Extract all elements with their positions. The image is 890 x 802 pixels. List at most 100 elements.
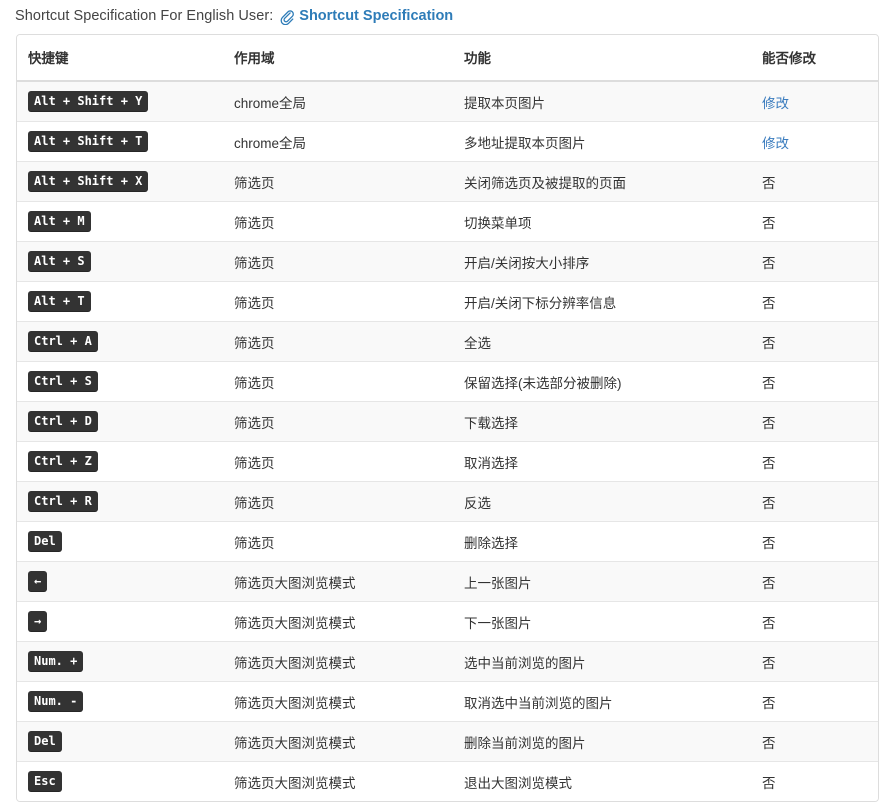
table-header-row: 快捷键 作用域 功能 能否修改 bbox=[17, 35, 878, 81]
shortcut-key-cell: Ctrl + S bbox=[17, 362, 223, 402]
table-row: Alt + Shift + X 筛选页关闭筛选页及被提取的页面否 bbox=[17, 162, 878, 202]
modifiable-cell: 否 bbox=[751, 442, 878, 482]
function-cell: 下一张图片 bbox=[453, 602, 751, 642]
scope-cell: 筛选页大图浏览模式 bbox=[223, 762, 453, 802]
scope-cell: 筛选页 bbox=[223, 202, 453, 242]
not-modifiable-text: 否 bbox=[762, 416, 776, 431]
not-modifiable-text: 否 bbox=[762, 616, 776, 631]
table-body: Alt + Shift + Ychrome全局提取本页图片修改Alt + Shi… bbox=[17, 81, 878, 801]
table-row: Alt + Shift + Y chrome全局提取本页图片修改 bbox=[17, 81, 878, 122]
key-badge: Alt + T bbox=[28, 291, 91, 312]
not-modifiable-text: 否 bbox=[762, 776, 776, 791]
key-badge: Alt + S bbox=[28, 251, 91, 272]
scope-cell: 筛选页大图浏览模式 bbox=[223, 642, 453, 682]
scope-cell: 筛选页 bbox=[223, 402, 453, 442]
modify-shortcut-link[interactable]: 修改 bbox=[762, 136, 789, 151]
table-row: Ctrl + S 筛选页保留选择(未选部分被删除)否 bbox=[17, 362, 878, 402]
function-cell: 开启/关闭下标分辨率信息 bbox=[453, 282, 751, 322]
table-row: Num. + 筛选页大图浏览模式选中当前浏览的图片否 bbox=[17, 642, 878, 682]
key-badge: Ctrl + A bbox=[28, 331, 98, 352]
modifiable-cell: 否 bbox=[751, 202, 878, 242]
column-header-modifiable: 能否修改 bbox=[751, 35, 878, 81]
table-row: Alt + T筛选页开启/关闭下标分辨率信息否 bbox=[17, 282, 878, 322]
scope-cell: chrome全局 bbox=[223, 81, 453, 122]
shortcut-key-cell: Esc bbox=[17, 762, 223, 802]
modifiable-cell: 否 bbox=[751, 242, 878, 282]
table-row: →筛选页大图浏览模式下一张图片否 bbox=[17, 602, 878, 642]
function-cell: 删除选择 bbox=[453, 522, 751, 562]
key-badge: Esc bbox=[28, 771, 62, 792]
function-cell: 取消选中当前浏览的图片 bbox=[453, 682, 751, 722]
table-row: Alt + Shift + Tchrome全局多地址提取本页图片修改 bbox=[17, 122, 878, 162]
function-cell: 开启/关闭按大小排序 bbox=[453, 242, 751, 282]
table-header: 快捷键 作用域 功能 能否修改 bbox=[17, 35, 878, 81]
function-cell: 切换菜单项 bbox=[453, 202, 751, 242]
column-header-function: 功能 bbox=[453, 35, 751, 81]
scope-cell: 筛选页 bbox=[223, 242, 453, 282]
function-cell: 关闭筛选页及被提取的页面 bbox=[453, 162, 751, 202]
function-cell: 删除当前浏览的图片 bbox=[453, 722, 751, 762]
page-title: Shortcut Specification For English User: bbox=[15, 8, 273, 24]
modifiable-cell: 否 bbox=[751, 522, 878, 562]
scope-cell: 筛选页 bbox=[223, 362, 453, 402]
modify-shortcut-link[interactable]: 修改 bbox=[762, 96, 789, 111]
table-row: Ctrl + D筛选页下载选择否 bbox=[17, 402, 878, 442]
shortcut-key-cell: Num. + bbox=[17, 642, 223, 682]
not-modifiable-text: 否 bbox=[762, 496, 776, 511]
shortcut-table-container: 快捷键 作用域 功能 能否修改 Alt + Shift + Y chrome全局提… bbox=[16, 34, 879, 802]
shortcut-key-cell: Alt + Shift + X bbox=[17, 162, 223, 202]
modifiable-cell: 否 bbox=[751, 282, 878, 322]
function-cell: 多地址提取本页图片 bbox=[453, 122, 751, 162]
key-badge: Ctrl + R bbox=[28, 491, 98, 512]
shortcut-key-cell: Ctrl + A bbox=[17, 322, 223, 362]
key-badge: Alt + Shift + T bbox=[28, 131, 148, 152]
scope-cell: 筛选页大图浏览模式 bbox=[223, 562, 453, 602]
modifiable-cell: 否 bbox=[751, 362, 878, 402]
function-cell: 提取本页图片 bbox=[453, 81, 751, 122]
modifiable-cell: 否 bbox=[751, 762, 878, 802]
key-badge: Ctrl + S bbox=[28, 371, 98, 392]
key-badge: Num. - bbox=[28, 691, 83, 712]
modifiable-cell: 否 bbox=[751, 642, 878, 682]
table-row: Alt + S 筛选页开启/关闭按大小排序否 bbox=[17, 242, 878, 282]
function-cell: 全选 bbox=[453, 322, 751, 362]
function-cell: 选中当前浏览的图片 bbox=[453, 642, 751, 682]
key-badge: Alt + Shift + X bbox=[28, 171, 148, 192]
scope-cell: 筛选页大图浏览模式 bbox=[223, 602, 453, 642]
shortcut-key-cell: Alt + T bbox=[17, 282, 223, 322]
not-modifiable-text: 否 bbox=[762, 216, 776, 231]
modifiable-cell: 否 bbox=[751, 162, 878, 202]
not-modifiable-text: 否 bbox=[762, 256, 776, 271]
not-modifiable-text: 否 bbox=[762, 176, 776, 191]
shortcut-specification-link[interactable]: Shortcut Specification bbox=[299, 8, 453, 24]
key-badge: Alt + Shift + Y bbox=[28, 91, 148, 112]
function-cell: 保留选择(未选部分被删除) bbox=[453, 362, 751, 402]
not-modifiable-text: 否 bbox=[762, 336, 776, 351]
scope-cell: 筛选页 bbox=[223, 442, 453, 482]
not-modifiable-text: 否 bbox=[762, 696, 776, 711]
scope-cell: 筛选页 bbox=[223, 162, 453, 202]
function-cell: 上一张图片 bbox=[453, 562, 751, 602]
shortcut-key-cell: ← bbox=[17, 562, 223, 602]
key-badge: Del bbox=[28, 731, 62, 752]
not-modifiable-text: 否 bbox=[762, 736, 776, 751]
function-cell: 反选 bbox=[453, 482, 751, 522]
shortcut-key-cell: Ctrl + R bbox=[17, 482, 223, 522]
key-badge: Num. + bbox=[28, 651, 83, 672]
key-badge: Del bbox=[28, 531, 62, 552]
scope-cell: 筛选页 bbox=[223, 482, 453, 522]
table-row: Del筛选页大图浏览模式删除当前浏览的图片否 bbox=[17, 722, 878, 762]
not-modifiable-text: 否 bbox=[762, 296, 776, 311]
table-row: Esc筛选页大图浏览模式退出大图浏览模式否 bbox=[17, 762, 878, 802]
modifiable-cell: 否 bbox=[751, 482, 878, 522]
shortcut-key-cell: Alt + Shift + Y bbox=[17, 81, 223, 122]
not-modifiable-text: 否 bbox=[762, 576, 776, 591]
shortcut-key-cell: Del bbox=[17, 722, 223, 762]
shortcut-key-cell: Num. - bbox=[17, 682, 223, 722]
table-row: Ctrl + Z筛选页取消选择否 bbox=[17, 442, 878, 482]
modifiable-cell: 修改 bbox=[751, 122, 878, 162]
modifiable-cell: 修改 bbox=[751, 81, 878, 122]
shortcut-key-cell: Ctrl + D bbox=[17, 402, 223, 442]
key-badge: Alt + M bbox=[28, 211, 91, 232]
column-header-scope: 作用域 bbox=[223, 35, 453, 81]
